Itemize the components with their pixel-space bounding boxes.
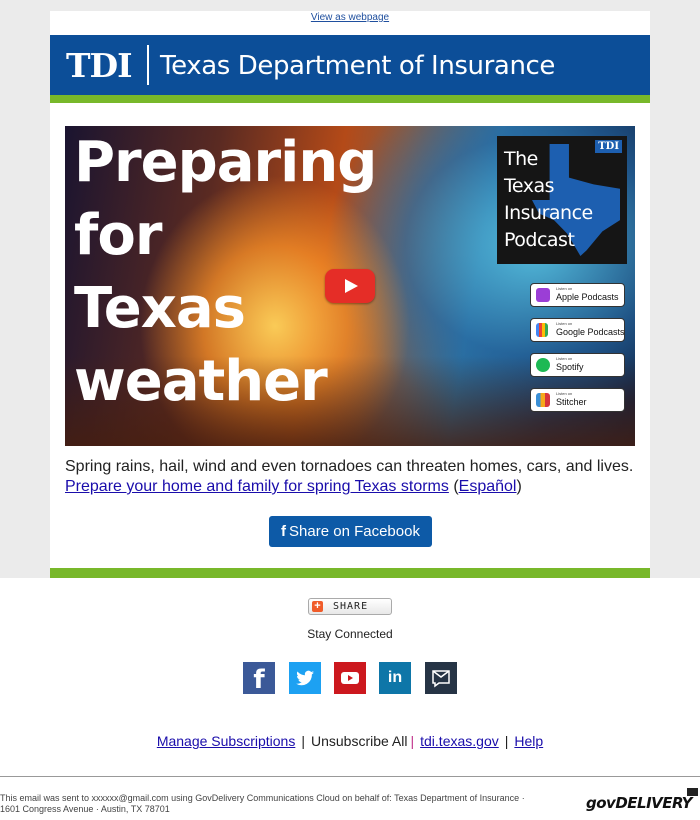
youtube-play-icon[interactable] [325, 269, 375, 303]
youtube-icon[interactable] [334, 662, 366, 694]
share-button[interactable]: + SHARE [308, 598, 392, 615]
badge-small-label: Listen on [556, 286, 573, 291]
spotify-icon [536, 358, 550, 372]
youtube-glyph [341, 672, 359, 684]
podcast-title-line: Podcast [504, 229, 575, 251]
podcast-tdi-badge: TDI [595, 140, 622, 153]
podcast-title-line: The [504, 148, 538, 170]
badge-name: Spotify [556, 362, 584, 372]
paren: ( [448, 478, 459, 495]
unsubscribe-all-link[interactable]: Unsubscribe All [311, 733, 408, 749]
linkedin-icon[interactable]: in [379, 662, 411, 694]
govdelivery-logo[interactable]: govDELIVERY [586, 794, 693, 812]
plus-icon: + [312, 601, 323, 612]
envelope-glyph [432, 670, 450, 688]
badge-small-label: Listen on [556, 391, 573, 396]
spotify-badge: Listen on Spotify [530, 353, 625, 377]
govdelivery-envelope-icon [687, 788, 698, 796]
manage-subscriptions-link[interactable]: Manage Subscriptions [157, 733, 296, 749]
google-podcasts-icon [536, 323, 548, 337]
facebook-icon[interactable]: f [243, 662, 275, 695]
separator: | [504, 733, 509, 749]
separator: | [410, 733, 415, 749]
hero-title-line: weather [74, 349, 328, 414]
stitcher-badge: Listen on Stitcher [530, 388, 625, 412]
footer-note-line: 1601 Congress Avenue · Austin, TX 78701 [0, 804, 170, 814]
org-name: Texas Department of Insurance [160, 51, 556, 81]
facebook-icon: f [281, 523, 287, 540]
paren: ) [516, 478, 522, 495]
email-icon[interactable] [425, 662, 457, 694]
header-accent-bar [50, 95, 650, 103]
badge-small-label: Listen on [556, 356, 573, 361]
share-on-facebook-label: Share on Facebook [289, 523, 420, 540]
footer-accent-bar [50, 568, 650, 578]
stitcher-icon [536, 393, 550, 407]
google-podcasts-badge: Listen on Google Podcasts [530, 318, 625, 342]
badge-name: Apple Podcasts [556, 292, 619, 302]
hero-title-line: for [74, 203, 162, 268]
share-label: SHARE [333, 601, 369, 612]
links-line: Prepare your home and family for spring … [65, 477, 645, 497]
podcast-cover: TDI The Texas Insurance Podcast [497, 136, 627, 264]
twitter-icon[interactable] [289, 662, 321, 694]
apple-podcasts-badge: Listen on Apple Podcasts [530, 283, 625, 307]
podcast-platform-badges: Listen on Apple Podcasts Listen on Googl… [530, 283, 625, 423]
storm-prep-link[interactable]: Prepare your home and family for spring … [65, 478, 449, 495]
footer-note-line: This email was sent to xxxxxx@gmail.com … [0, 793, 525, 803]
header-banner: TDI Texas Department of Insurance [50, 35, 650, 95]
tdi-logo: TDI [66, 46, 133, 85]
spanish-link[interactable]: Español [459, 478, 517, 495]
logo-divider [147, 45, 149, 85]
podcast-title-line: Insurance [504, 202, 593, 224]
hero-title-line: Preparing [74, 130, 377, 195]
podcast-title-line: Texas [504, 175, 555, 197]
email-card: View as webpage TDI Texas Department of … [50, 11, 650, 578]
help-link[interactable]: Help [514, 733, 543, 749]
twitter-bird-glyph [296, 670, 314, 686]
share-on-facebook-button[interactable]: f Share on Facebook [269, 516, 432, 547]
view-as-webpage-link[interactable]: View as webpage [311, 12, 389, 23]
badge-name: Google Podcasts [556, 327, 625, 337]
stay-connected-label: Stay Connected [307, 627, 393, 641]
separator: | [301, 733, 305, 749]
intro-text: Spring rains, hail, wind and even tornad… [65, 458, 634, 475]
badge-name: Stitcher [556, 397, 587, 407]
hero-video-thumbnail[interactable]: Preparing for Texas weather TDI The Texa… [65, 126, 635, 446]
podcast-title: The Texas Insurance Podcast [504, 146, 593, 254]
footer-links: Manage Subscriptions | Unsubscribe All | tdi… [0, 733, 700, 749]
apple-podcasts-icon [536, 288, 550, 302]
view-as-webpage-row: View as webpage [50, 11, 650, 25]
body-text: Spring rains, hail, wind and even tornad… [65, 457, 645, 497]
footer-divider [0, 776, 700, 777]
badge-small-label: Listen on [556, 321, 573, 326]
footer-note: This email was sent to xxxxxx@gmail.com … [0, 793, 590, 815]
tdi-site-link[interactable]: tdi.texas.gov [420, 733, 499, 749]
